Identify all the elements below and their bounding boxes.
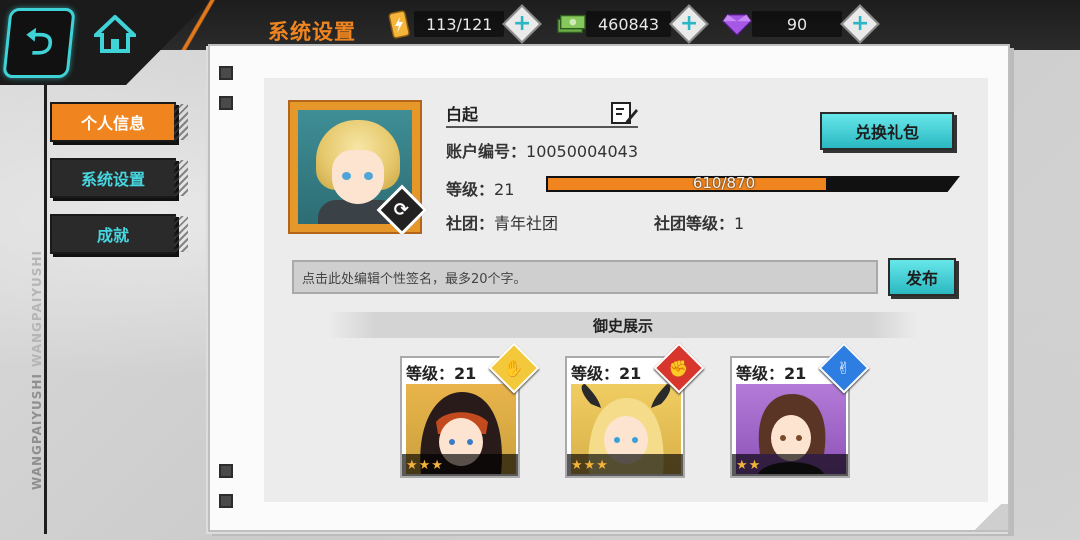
club-level-row: 社团等级：1 [654, 210, 744, 234]
refresh-icon: ⟳ [394, 199, 410, 221]
binder-ring [219, 96, 233, 110]
account-label: 账户编号： [446, 142, 527, 161]
page-curl [968, 504, 1008, 530]
binder-ring [219, 464, 233, 478]
add-cash-button[interactable]: + [669, 4, 709, 44]
page-title: 系统设置 [268, 20, 356, 44]
plus-icon: + [679, 11, 699, 36]
exp-text: 610/870 [692, 174, 756, 192]
energy-resource: 113/121 + [384, 4, 543, 44]
cash-icon [556, 9, 586, 39]
club-level-value: 1 [734, 214, 745, 233]
plus-icon: + [513, 11, 532, 36]
menu-rail [44, 84, 47, 534]
publish-button[interactable]: 发布 [888, 258, 956, 296]
home-button[interactable] [92, 12, 138, 56]
cash-resource: 460843 + [556, 4, 709, 44]
card-level: 等级：21 [736, 364, 807, 383]
side-watermark: WANGPAIYUSHI WANGPAIYUSHI [30, 250, 44, 490]
menu-item-personal-info[interactable]: 个人信息 [50, 102, 188, 142]
card-level: 等级：21 [571, 364, 642, 383]
level-label: 等级： [446, 180, 495, 199]
card-stars: ★★★ [567, 454, 683, 476]
energy-can-icon [384, 9, 414, 39]
level-value: 21 [494, 180, 515, 199]
signature-input[interactable]: 点击此处编辑个性签名，最多20个字。 [292, 260, 878, 294]
energy-value: 113/121 [414, 11, 505, 37]
gem-icon [722, 9, 752, 39]
top-bar-accent [150, 0, 270, 50]
card-level: 等级：21 [406, 364, 477, 383]
club-label: 社团： [446, 214, 495, 233]
edit-name-icon[interactable] [610, 101, 638, 125]
menu-item-system-settings[interactable]: 系统设置 [50, 158, 188, 198]
showcase-card[interactable]: 等级：21 ★★ ✌ [730, 342, 870, 478]
account-row: 账户编号：10050004043 [446, 138, 638, 162]
showcase-title: 御史展示 [328, 312, 918, 338]
menu-item-achievements[interactable]: 成就 [50, 214, 188, 254]
gem-value: 90 [752, 11, 842, 37]
showcase-card[interactable]: 等级：21 ★★★ ✋ [400, 342, 540, 478]
club-row: 社团：青年社团 [446, 210, 558, 234]
level-row: 等级：21 [446, 176, 514, 200]
card-stars: ★★ [732, 454, 848, 476]
card-stars: ★★★ [402, 454, 518, 476]
gem-resource: 90 + [722, 4, 880, 44]
home-icon [94, 15, 136, 53]
showcase-card[interactable]: 等级：21 ★★★ ✊ [565, 342, 705, 478]
cash-value: 460843 [586, 11, 672, 37]
club-name: 青年社团 [494, 214, 559, 233]
club-level-label: 社团等级： [654, 214, 735, 233]
binder-ring [219, 66, 233, 80]
back-button[interactable]: ⮌ [2, 8, 76, 78]
binder-ring [219, 494, 233, 508]
redeem-gift-button[interactable]: 兑换礼包 [820, 112, 954, 150]
name-row: 白起 [446, 100, 638, 128]
add-gem-button[interactable]: + [840, 4, 880, 44]
back-arrow-icon: ⮌ [22, 22, 56, 63]
account-id: 10050004043 [526, 142, 638, 161]
player-name: 白起 [446, 105, 479, 124]
add-energy-button[interactable]: + [502, 4, 543, 44]
plus-icon: + [850, 11, 870, 36]
